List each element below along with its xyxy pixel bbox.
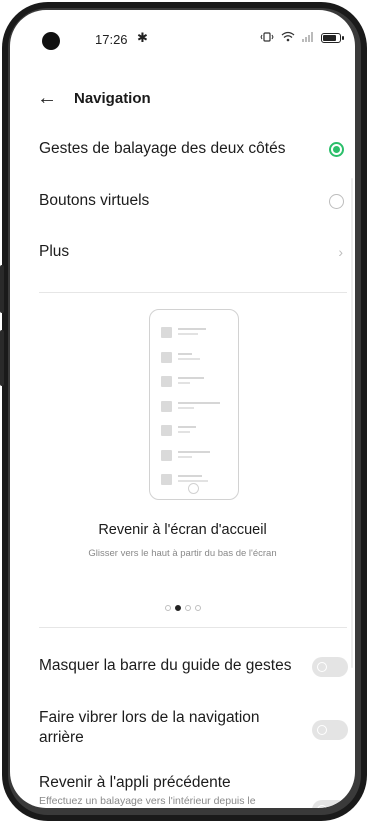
system-icons xyxy=(260,31,344,45)
pager-dot[interactable] xyxy=(164,605,171,611)
status-bar: 17:26 ✱ xyxy=(10,10,355,70)
power-button xyxy=(0,330,4,386)
setting-hide-gesture-bar[interactable]: Masquer la barre du guide de gestes xyxy=(39,657,355,681)
toggle-switch[interactable] xyxy=(312,657,348,677)
pager-dots[interactable] xyxy=(10,605,355,611)
signal-icon xyxy=(302,31,314,45)
setting-description: Effectuez un balayage vers l'intérieur d… xyxy=(39,795,256,807)
option-label: Boutons virtuels xyxy=(39,192,150,209)
option-virtual-buttons[interactable]: Boutons virtuels xyxy=(39,192,355,214)
setting-label: Masquer la barre du guide de gestes xyxy=(39,657,292,674)
gesture-illustration xyxy=(149,309,239,500)
app-header: ← Navigation xyxy=(10,87,355,115)
status-time: 17:26 xyxy=(95,32,128,47)
illustration-subtitle: Glisser vers le haut à partir du bas de … xyxy=(88,548,277,559)
option-more[interactable]: Plus › xyxy=(39,243,355,265)
setting-label: Faire vibrer lors de la navigation arriè… xyxy=(39,709,260,746)
setting-vibrate-back[interactable]: Faire vibrer lors de la navigation arriè… xyxy=(39,708,355,756)
pager-dot-active[interactable] xyxy=(174,605,181,611)
arrow-left-icon[interactable]: ← xyxy=(37,87,57,110)
illustration-title: Revenir à l'écran d'accueil xyxy=(98,522,267,538)
page-title: Navigation xyxy=(74,90,151,107)
volume-button xyxy=(0,265,4,313)
setting-previous-app[interactable]: Revenir à l'appli précédente Effectuez u… xyxy=(39,774,355,808)
chevron-right-icon: › xyxy=(338,244,343,260)
setting-label: Revenir à l'appli précédente xyxy=(39,774,231,791)
radio-selected[interactable] xyxy=(329,142,344,157)
option-label: Plus xyxy=(39,243,70,260)
pager-dot[interactable] xyxy=(184,605,191,611)
toggle-switch[interactable] xyxy=(312,720,348,740)
radio-unselected[interactable] xyxy=(329,194,344,209)
gear-icon: ✱ xyxy=(137,30,148,45)
home-button-icon xyxy=(188,483,199,494)
scrollbar[interactable] xyxy=(351,178,353,668)
battery-icon xyxy=(321,33,344,43)
divider xyxy=(39,627,347,628)
front-camera xyxy=(42,32,60,50)
option-swipe-gestures[interactable]: Gestes de balayage des deux côtés xyxy=(39,140,355,162)
vibrate-icon xyxy=(260,31,274,45)
divider xyxy=(39,292,347,293)
toggle-switch[interactable] xyxy=(312,800,348,808)
screen: 17:26 ✱ ← Navigation Gestes de balayage … xyxy=(10,10,355,808)
pager-dot[interactable] xyxy=(194,605,201,611)
wifi-icon xyxy=(281,31,295,45)
option-label: Gestes de balayage des deux côtés xyxy=(39,140,286,157)
